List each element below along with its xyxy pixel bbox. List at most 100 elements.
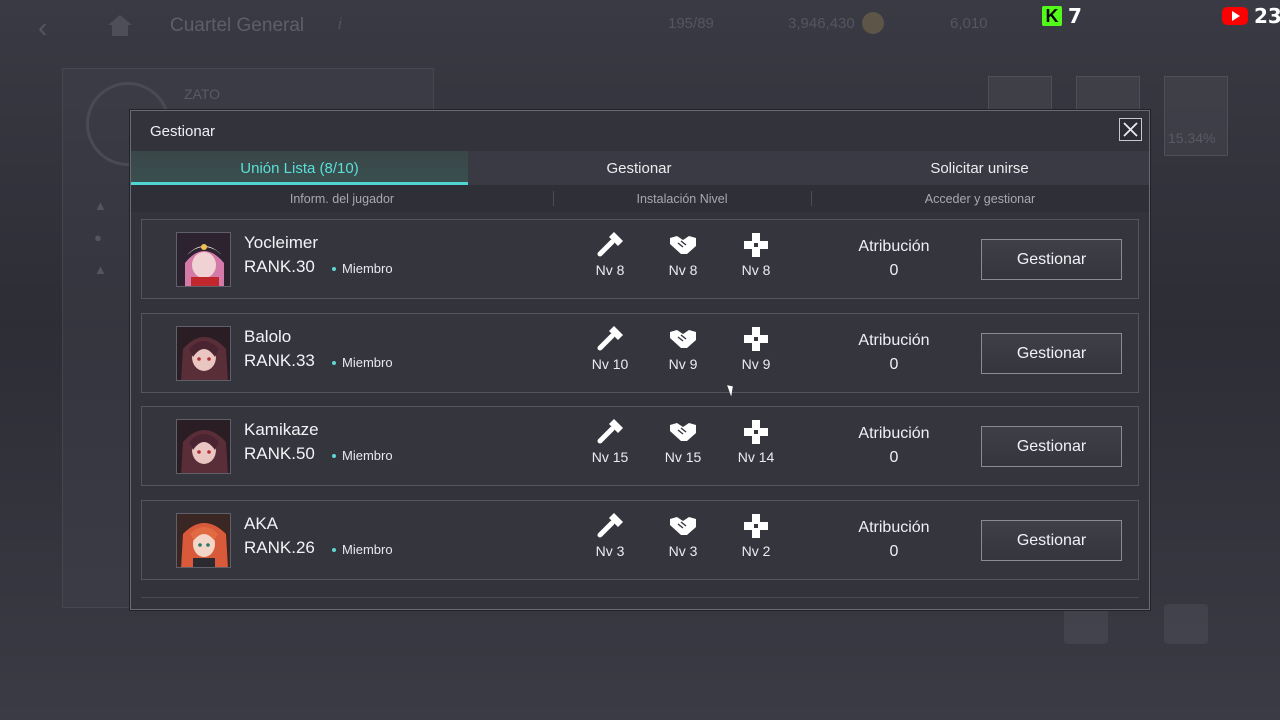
skill-hammer: Nv 8 <box>580 232 640 288</box>
member-rank: RANK.50 <box>244 444 315 463</box>
side-item: ▲ <box>94 198 107 213</box>
avatar <box>176 232 231 287</box>
close-button[interactable] <box>1119 118 1142 141</box>
info-icon: i <box>338 16 342 33</box>
skill-medical: Nv 14 <box>726 419 786 475</box>
member-name: Yocleimer <box>244 233 319 252</box>
skill-level: Nv 9 <box>741 356 771 372</box>
close-icon <box>1123 122 1138 137</box>
medical-cross-icon <box>744 420 768 444</box>
hammer-icon <box>597 419 623 444</box>
skill-level: Nv 3 <box>595 543 625 559</box>
side-item: ▲ <box>94 262 107 277</box>
skill-level: Nv 8 <box>595 262 625 278</box>
kick-icon: K <box>1042 6 1062 26</box>
tab-union-list[interactable]: Unión Lista (8/10) <box>131 151 468 185</box>
coin-icon <box>862 12 884 34</box>
member-rank: RANK.26 <box>244 538 315 557</box>
member-list: Yocleimer RANK.30 Miembro Nv 8 Nv 8 Nv 8… <box>141 219 1139 599</box>
manage-member-button[interactable]: Gestionar <box>981 520 1122 561</box>
kick-count: 7 <box>1068 4 1082 28</box>
attribution-value: 0 <box>889 262 899 279</box>
member-name: Balolo <box>244 327 292 346</box>
skill-level: Nv 2 <box>741 543 771 559</box>
skill-level: Nv 15 <box>591 449 629 465</box>
tab-bar: Unión Lista (8/10) Gestionar Solicitar u… <box>131 151 1149 185</box>
skill-level: Nv 8 <box>668 262 698 278</box>
youtube-count: 23 <box>1254 4 1280 28</box>
skill-level: Nv 15 <box>664 449 702 465</box>
role-dot <box>332 360 336 365</box>
youtube-icon <box>1222 7 1248 25</box>
skill-handshake: Nv 3 <box>653 513 713 569</box>
manage-member-button[interactable]: Gestionar <box>981 426 1122 467</box>
tab-join-requests[interactable]: Solicitar unirse <box>810 151 1149 185</box>
background-icon <box>1064 604 1108 644</box>
skill-medical: Nv 9 <box>726 326 786 382</box>
member-row: Kamikaze RANK.50 Miembro Nv 15 Nv 15 Nv … <box>141 406 1139 486</box>
role-dot <box>332 453 336 458</box>
column-header-facility-level: Instalación Nivel <box>553 185 811 212</box>
member-role: Miembro <box>332 448 393 463</box>
skill-hammer: Nv 15 <box>580 419 640 475</box>
member-row: Yocleimer RANK.30 Miembro Nv 8 Nv 8 Nv 8… <box>141 219 1139 299</box>
handshake-icon <box>670 330 696 348</box>
role-dot <box>332 266 336 271</box>
background-stat: 6,010 <box>950 15 988 32</box>
column-headers: Inform. del jugador Instalación Nivel Ac… <box>131 185 1149 212</box>
skill-handshake: Nv 15 <box>653 419 713 475</box>
attribution-label: Atribución <box>858 519 930 536</box>
tab-manage[interactable]: Gestionar <box>468 151 810 185</box>
hammer-icon <box>597 232 623 257</box>
handshake-icon <box>670 517 696 535</box>
member-row: AKA RANK.26 Miembro Nv 3 Nv 3 Nv 2 Atrib… <box>141 500 1139 580</box>
role-dot <box>332 547 336 552</box>
skill-handshake: Nv 9 <box>653 326 713 382</box>
list-divider <box>141 597 1139 598</box>
manage-member-button[interactable]: Gestionar <box>981 333 1122 374</box>
skill-level: Nv 10 <box>591 356 629 372</box>
medical-cross-icon <box>744 327 768 351</box>
member-role: Miembro <box>332 355 393 370</box>
skill-medical: Nv 2 <box>726 513 786 569</box>
watermark-logo <box>1116 648 1256 698</box>
hammer-icon <box>597 513 623 538</box>
column-header-access-manage: Acceder y gestionar <box>811 185 1149 212</box>
member-name: Kamikaze <box>244 420 319 439</box>
attribution-label: Atribución <box>858 332 930 349</box>
member-rank: RANK.30 <box>244 257 315 276</box>
manage-dialog: Gestionar Unión Lista (8/10) Gestionar S… <box>130 110 1150 610</box>
avatar <box>176 513 231 568</box>
medical-cross-icon <box>744 514 768 538</box>
handshake-icon <box>670 236 696 254</box>
skill-hammer: Nv 10 <box>580 326 640 382</box>
medical-cross-icon <box>744 233 768 257</box>
chat-icon <box>1164 604 1208 644</box>
skill-medical: Nv 8 <box>726 232 786 288</box>
handshake-icon <box>670 423 696 441</box>
hammer-icon <box>597 326 623 351</box>
manage-member-button[interactable]: Gestionar <box>981 239 1122 280</box>
attribution-value: 0 <box>889 543 899 560</box>
attribution-label: Atribución <box>858 238 930 255</box>
member-role-label: Miembro <box>342 542 393 557</box>
skill-level: Nv 3 <box>668 543 698 559</box>
background-title: Cuartel General <box>170 15 305 36</box>
attribution-label: Atribución <box>858 425 930 442</box>
skill-level: Nv 9 <box>668 356 698 372</box>
member-role: Miembro <box>332 542 393 557</box>
youtube-counter: 23 <box>1222 4 1280 28</box>
background-percent: 15.34% <box>1168 130 1216 146</box>
skill-level: Nv 8 <box>741 262 771 278</box>
home-icon <box>108 15 132 36</box>
column-header-player-info: Inform. del jugador <box>289 191 395 206</box>
member-row: Balolo RANK.33 Miembro Nv 10 Nv 9 Nv 9 A… <box>141 313 1139 393</box>
attribution-value: 0 <box>889 449 899 466</box>
member-role-label: Miembro <box>342 261 393 276</box>
skill-handshake: Nv 8 <box>653 232 713 288</box>
kick-counter: K 7 <box>1042 4 1082 28</box>
side-item: ● <box>94 230 102 245</box>
member-role-label: Miembro <box>342 448 393 463</box>
skill-hammer: Nv 3 <box>580 513 640 569</box>
back-arrow-icon: ‹ <box>38 12 48 43</box>
